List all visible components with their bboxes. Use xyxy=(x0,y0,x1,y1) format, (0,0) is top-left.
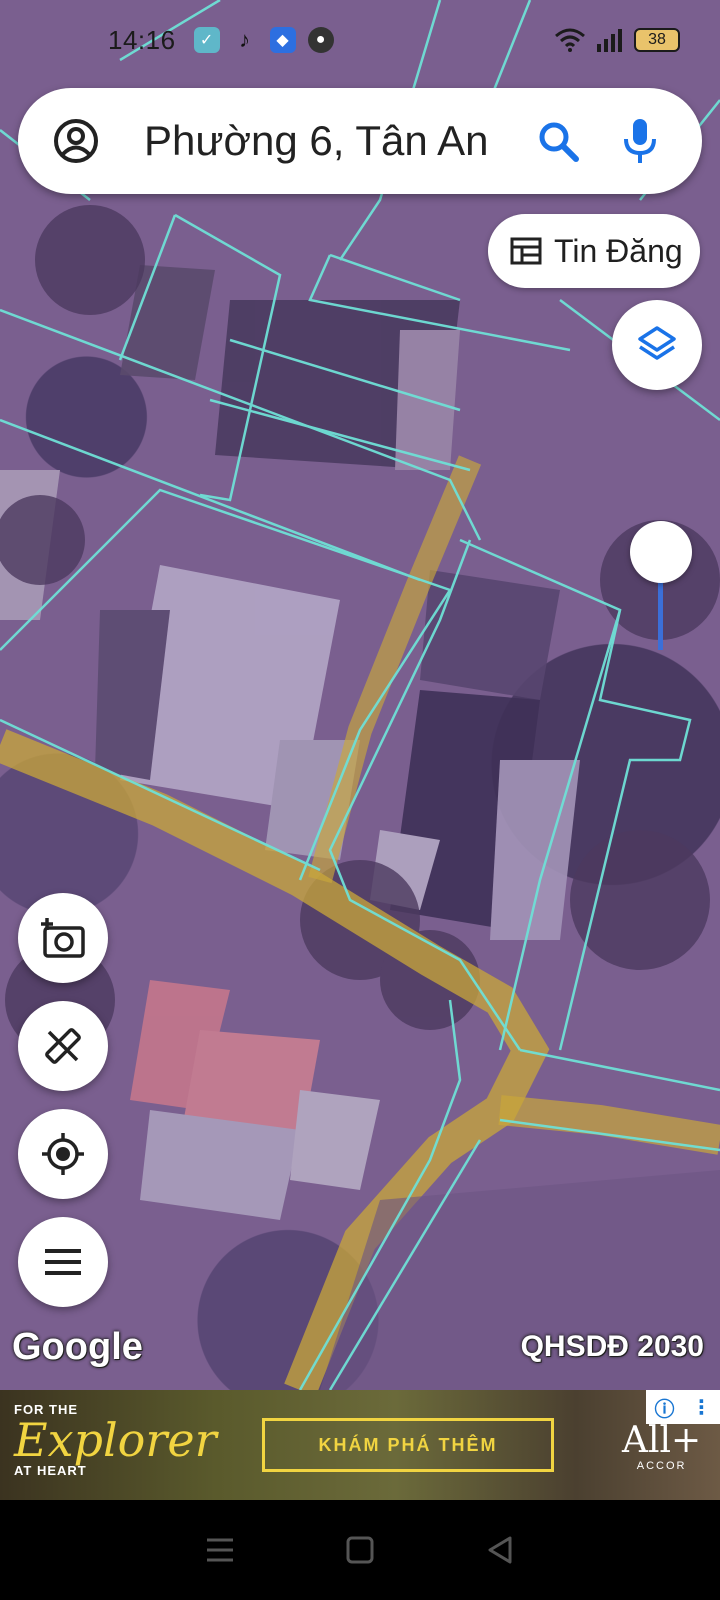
tiktok-app-icon: ♪ xyxy=(239,27,251,52)
google-attribution: Google xyxy=(12,1326,143,1368)
recent-apps-icon xyxy=(207,1538,233,1562)
my-location-button[interactable] xyxy=(18,1109,108,1199)
ad-brand-sub: ACCOR xyxy=(636,1460,687,1472)
account-circle-icon[interactable] xyxy=(48,113,104,169)
add-photo-icon xyxy=(41,918,85,958)
satellite-map xyxy=(0,0,720,1390)
ad-info-icon[interactable]: ⓘ xyxy=(655,1393,675,1422)
status-bar: 14:16 ✓ ♪ ◆ ● 38 xyxy=(0,0,720,80)
battery-icon: 38 xyxy=(634,28,680,52)
messenger-app-icon: ◆ xyxy=(269,27,296,53)
system-nav-bar xyxy=(0,1500,720,1600)
home-button[interactable] xyxy=(330,1520,390,1580)
back-button[interactable] xyxy=(470,1520,530,1580)
signal-icon xyxy=(597,29,622,52)
microphone-icon[interactable] xyxy=(612,113,668,169)
ad-brand-logo: All+ ACCOR xyxy=(622,1420,702,1473)
ad-more-options-icon[interactable]: ⋮ xyxy=(692,1395,712,1420)
camera-button[interactable] xyxy=(18,893,108,983)
plan-layer-label: QHSDĐ 2030 xyxy=(520,1330,704,1363)
status-time: 14:16 xyxy=(108,24,176,55)
system-indicators: 38 xyxy=(554,28,680,52)
gallery-app-icon: ✓ xyxy=(193,27,220,53)
listings-label: Tin Đăng xyxy=(554,232,683,269)
recent-apps-button[interactable] xyxy=(190,1520,250,1580)
zoom-slider-handle[interactable] xyxy=(630,521,692,583)
listings-button[interactable]: Tin Đăng xyxy=(488,214,700,288)
search-bar[interactable]: Phường 6, Tân An xyxy=(18,88,702,194)
ad-banner[interactable]: FOR THE Explorer AT HEART KHÁM PHÁ THÊM … xyxy=(0,1390,720,1500)
ad-info-controls[interactable]: ⓘ ⋮ xyxy=(646,1390,720,1424)
menu-button[interactable] xyxy=(18,1217,108,1307)
search-input[interactable]: Phường 6, Tân An xyxy=(144,117,530,165)
chrome-app-icon: ● xyxy=(307,27,334,53)
ad-brand-name: All+ xyxy=(622,1420,702,1461)
layers-icon xyxy=(638,326,676,360)
map-view[interactable] xyxy=(0,0,720,1390)
layers-button[interactable] xyxy=(612,300,702,390)
zoom-slider-track[interactable] xyxy=(658,580,663,650)
notification-icons: ✓ ♪ ◆ ● xyxy=(193,27,334,53)
home-icon xyxy=(346,1536,374,1564)
ad-cta-button[interactable]: KHÁM PHÁ THÊM xyxy=(262,1418,554,1472)
measure-tool-icon xyxy=(45,1028,81,1064)
measure-tool-button[interactable] xyxy=(18,1001,108,1091)
ad-tagline: FOR THE Explorer AT HEART xyxy=(14,1402,217,1478)
search-icon[interactable] xyxy=(530,113,586,169)
calendar-table-icon xyxy=(510,237,542,265)
menu-icon xyxy=(45,1249,81,1275)
ad-script-text: Explorer xyxy=(14,1413,217,1467)
my-location-icon xyxy=(42,1133,84,1175)
back-icon xyxy=(488,1536,512,1564)
wifi-icon xyxy=(555,28,585,52)
